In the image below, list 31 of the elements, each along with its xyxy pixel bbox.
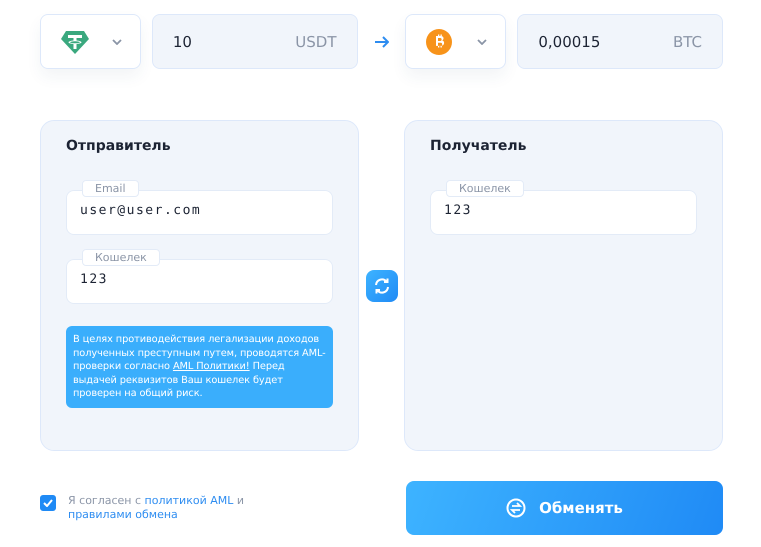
amount-value: 0,00015 [538,32,600,50]
amount-value: 10 [172,32,192,50]
field-label: Кошелек [446,180,524,197]
refresh-icon [372,276,390,294]
field-value: user@user.com [80,203,202,218]
panel-title: Получатель [430,138,528,154]
field-value: 123 [80,272,108,287]
input-field[interactable]: Кошелек 123 [66,249,333,304]
tether-icon [61,30,89,54]
currency-code: USDT [295,32,337,50]
swap-button[interactable] [366,270,398,302]
coin-select[interactable] [405,14,506,69]
chevron-down-icon [477,38,488,44]
bitcoin-icon [426,28,452,54]
exchange-icon [506,498,526,518]
field-label: Email [82,180,139,197]
arrow-icon [374,34,390,48]
aml-notice: В целях противодействия легализации доходов полученных преступным путем, проводятся AML-проверки согласно AML Политики! Перед выдачей реквизитов Ваш кошелек будет проверен на общий риск. [66,326,333,408]
input-field[interactable]: Кошелек 123 [430,180,697,235]
panel-title: Отправитель [66,138,172,154]
currency-code: BTC [672,32,702,50]
agreement-text: Я согласен с политикой AML и правилами обмена [68,494,246,522]
coin-select[interactable] [40,14,141,69]
amount-field[interactable]: 0,00015 BTC [517,14,723,69]
field-label: Кошелек [82,249,160,266]
amount-field[interactable]: 10 USDT [152,14,358,69]
checkbox[interactable] [40,495,56,511]
checkmark-icon [43,499,53,507]
field-value: 123 [444,203,472,218]
input-field[interactable]: Email user@user.com [66,180,333,235]
chevron-down-icon [112,38,122,44]
